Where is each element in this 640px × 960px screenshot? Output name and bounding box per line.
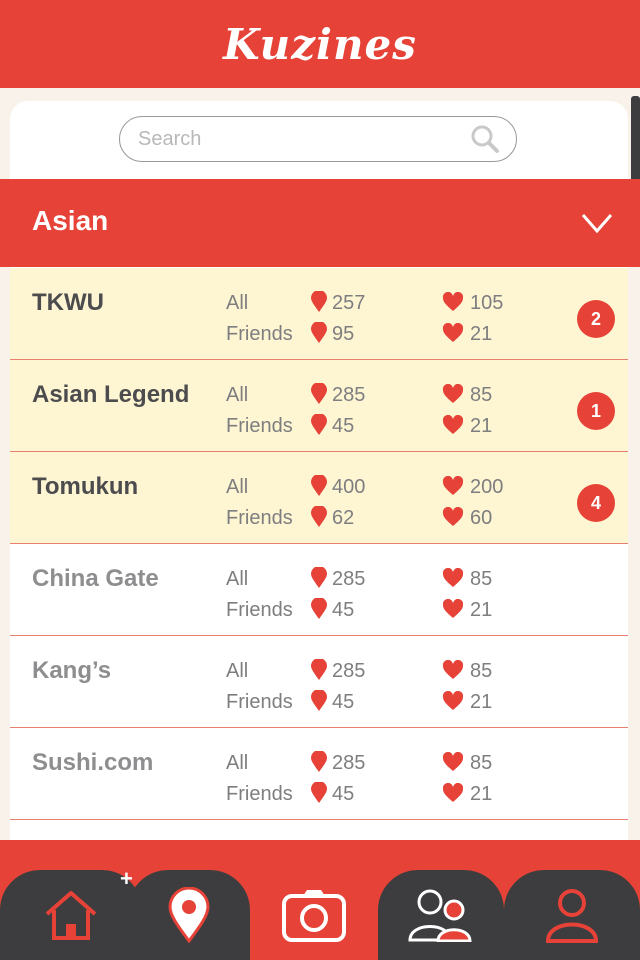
checkin-pin-icon (310, 781, 328, 809)
all-label: All (226, 660, 249, 682)
heart-icon (442, 475, 464, 501)
restaurant-name: Sushi.com (32, 749, 154, 776)
friends-likes-count: 21 (470, 599, 493, 621)
heart-icon (442, 506, 464, 532)
all-likes-count: 85 (470, 752, 493, 774)
all-likes-count: 105 (470, 292, 504, 314)
heart-icon (442, 782, 464, 808)
checkin-pin-icon (310, 290, 328, 318)
restaurant-name: TKWU (32, 289, 104, 316)
all-label: All (226, 292, 249, 314)
restaurant-name: China Gate (32, 565, 159, 592)
home-icon (45, 891, 97, 940)
friends-likes-count: 60 (470, 507, 493, 529)
friends-likes-count: 21 (470, 691, 493, 713)
friends-label: Friends (226, 507, 293, 529)
restaurant-list: TKWU All Friends 257 95 105 21 2 Asian Legend All… (10, 268, 628, 820)
restaurant-name: Kang’s (32, 657, 112, 684)
friends-checkins-count: 45 (332, 783, 355, 805)
all-label: All (226, 476, 249, 498)
camera-icon (282, 890, 346, 942)
all-checkins-count: 257 (332, 292, 366, 314)
checkin-pin-icon (310, 658, 328, 686)
friends-checkins-count: 95 (332, 323, 355, 345)
heart-icon (442, 751, 464, 777)
friends-checkins-count: 45 (332, 415, 355, 437)
restaurant-row[interactable]: Tomukun All Friends 400 62 200 60 4 (10, 452, 628, 544)
all-checkins-count: 285 (332, 568, 366, 590)
all-label: All (226, 384, 249, 406)
category-label: Asian (32, 205, 109, 236)
friends-likes-count: 21 (470, 415, 493, 437)
heart-icon (442, 414, 464, 440)
friends-label: Friends (226, 783, 293, 805)
checkin-pin-icon (310, 597, 328, 625)
all-checkins-count: 285 (332, 752, 366, 774)
restaurant-row[interactable]: Sushi.com All Friends 285 45 85 21 (10, 728, 628, 820)
restaurant-name: Tomukun (32, 473, 139, 500)
friends-icon (408, 889, 472, 942)
friends-label: Friends (226, 599, 293, 621)
bottom-nav: + (0, 840, 640, 960)
restaurant-name: Asian Legend (32, 381, 190, 408)
heart-icon (442, 598, 464, 624)
map-pin-icon (168, 887, 210, 943)
checkin-pin-icon (310, 413, 328, 441)
all-likes-count: 85 (470, 568, 493, 590)
nav-map-tab[interactable] (128, 870, 250, 960)
restaurant-row[interactable]: Asian Legend All Friends 285 45 85 21 1 (10, 360, 628, 452)
nav-profile-tab[interactable] (504, 870, 640, 960)
friends-label: Friends (226, 691, 293, 713)
checkin-pin-icon (310, 382, 328, 410)
checkin-pin-icon (310, 321, 328, 349)
category-dropdown[interactable]: Asian (0, 179, 640, 267)
app-header: Kuzines (0, 0, 640, 88)
search-input[interactable] (136, 126, 470, 152)
checkin-pin-icon (310, 750, 328, 778)
heart-icon (442, 567, 464, 593)
chevron-down-icon[interactable] (580, 205, 614, 239)
search-icon[interactable] (470, 124, 500, 154)
friends-likes-count: 21 (470, 783, 493, 805)
friends-checkins-count: 62 (332, 507, 355, 529)
friends-label: Friends (226, 323, 293, 345)
nav-camera-button[interactable] (250, 870, 378, 960)
all-checkins-count: 400 (332, 476, 366, 498)
friends-checkins-count: 45 (332, 691, 355, 713)
all-likes-count: 85 (470, 660, 493, 682)
rank-badge: 2 (577, 300, 615, 338)
restaurant-row[interactable]: TKWU All Friends 257 95 105 21 2 (10, 268, 628, 360)
app-logo: Kuzines (223, 19, 417, 69)
rank-badge: 4 (577, 484, 615, 522)
rank-badge: 1 (577, 392, 615, 430)
checkin-pin-icon (310, 474, 328, 502)
add-icon: + (120, 866, 133, 891)
nav-camera-tab[interactable] (378, 870, 504, 960)
heart-icon (442, 322, 464, 348)
heart-icon (442, 383, 464, 409)
heart-icon (442, 659, 464, 685)
profile-icon (545, 889, 599, 943)
restaurant-row[interactable]: China Gate All Friends 285 45 85 21 (10, 544, 628, 636)
all-label: All (226, 568, 249, 590)
checkin-pin-icon (310, 689, 328, 717)
all-checkins-count: 285 (332, 384, 366, 406)
checkin-pin-icon (310, 566, 328, 594)
friends-checkins-count: 45 (332, 599, 355, 621)
heart-icon (442, 690, 464, 716)
friends-likes-count: 21 (470, 323, 493, 345)
all-label: All (226, 752, 249, 774)
restaurant-row[interactable]: Kang’s All Friends 285 45 85 21 (10, 636, 628, 728)
heart-icon (442, 291, 464, 317)
all-likes-count: 200 (470, 476, 504, 498)
search-box[interactable] (119, 116, 517, 162)
all-checkins-count: 285 (332, 660, 366, 682)
friends-label: Friends (226, 415, 293, 437)
checkin-pin-icon (310, 505, 328, 533)
all-likes-count: 85 (470, 384, 493, 406)
